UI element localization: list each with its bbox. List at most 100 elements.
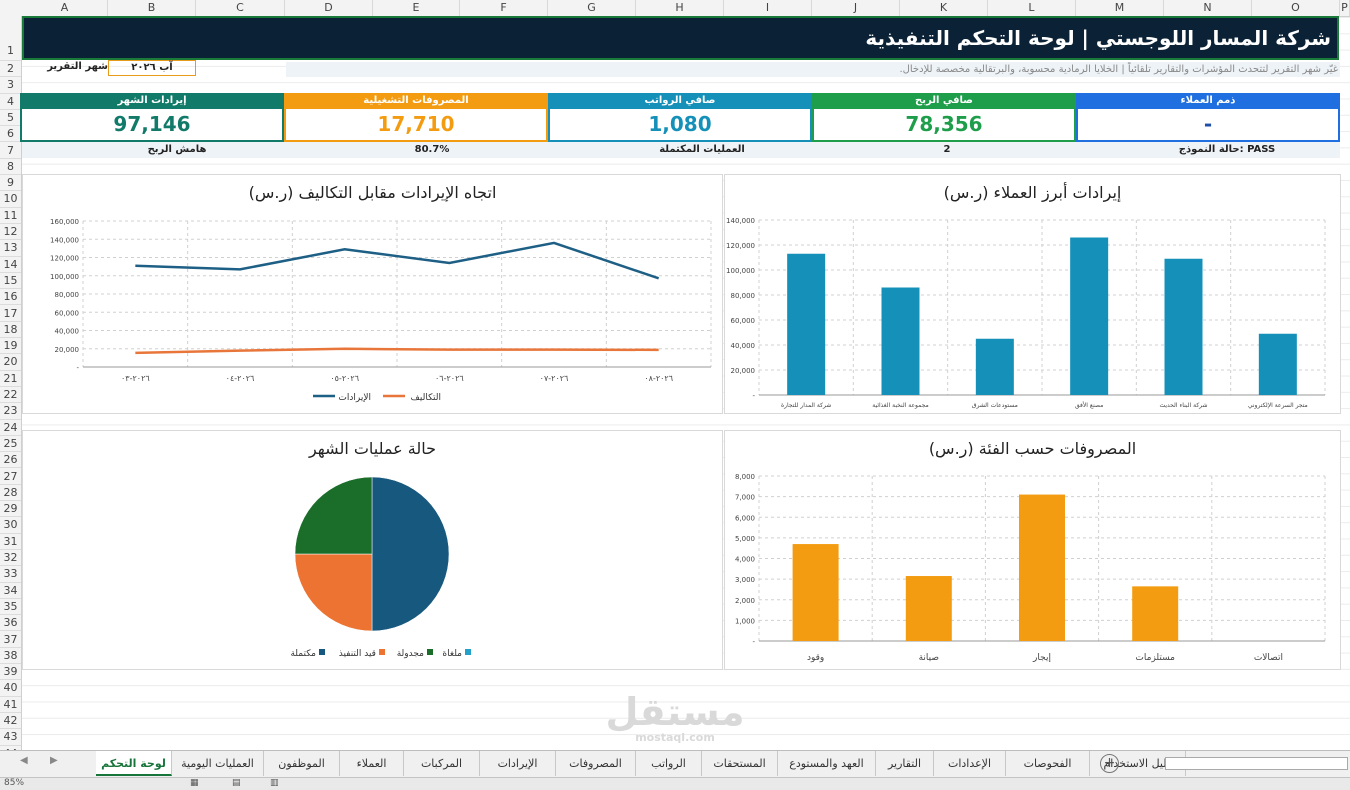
row-header-13[interactable]: 13 <box>0 240 21 257</box>
x-tick-label: شركة البناء الحديث <box>1159 402 1207 409</box>
row-header-34[interactable]: 34 <box>0 583 21 599</box>
pie-slice <box>294 476 373 555</box>
column-header-h[interactable]: H <box>636 0 724 16</box>
bar <box>1132 586 1179 641</box>
dashboard-title[interactable]: شركة المسار اللوجستي | لوحة التحكم التنف… <box>22 16 1339 60</box>
row-header-30[interactable]: 30 <box>0 517 21 534</box>
column-header-f[interactable]: F <box>460 0 548 16</box>
sheet-tab-5[interactable]: الإيرادات <box>480 751 556 776</box>
row-header-43[interactable]: 43 <box>0 729 21 746</box>
add-sheet-icon[interactable]: + <box>1100 754 1119 773</box>
row-header-33[interactable]: 33 <box>0 566 21 583</box>
row-header-4[interactable]: 4 <box>0 94 21 110</box>
row-header-28[interactable]: 28 <box>0 485 21 502</box>
column-header-l[interactable]: L <box>988 0 1076 16</box>
sheet-tab-4[interactable]: المركبات <box>404 751 480 776</box>
x-tick-label: مجموعة النخبة الغذائية <box>872 402 928 409</box>
row-header-15[interactable]: 15 <box>0 273 21 290</box>
row-header-5[interactable]: 5 <box>0 110 21 127</box>
row-header-9[interactable]: 9 <box>0 175 21 192</box>
column-header-m[interactable]: M <box>1076 0 1164 16</box>
normal-view-icon[interactable]: ▦ <box>190 778 199 788</box>
row-header-2[interactable]: 2 <box>0 61 21 78</box>
sheet-tab-9[interactable]: العهد والمستودع <box>778 751 876 776</box>
row-header-20[interactable]: 20 <box>0 354 21 371</box>
row-header-36[interactable]: 36 <box>0 615 21 632</box>
y-tick-label: 140,000 <box>726 217 755 225</box>
column-header-n[interactable]: N <box>1164 0 1252 16</box>
column-header-g[interactable]: G <box>548 0 636 16</box>
chart-panel-revenue-vs-cost[interactable]: اتجاه الإيرادات مقابل التكاليف (ر.س) -20… <box>22 174 723 414</box>
row-header-32[interactable]: 32 <box>0 550 21 567</box>
kpi-card-receivables[interactable]: ذمم العملاء - <box>1076 93 1340 142</box>
row-header-18[interactable]: 18 <box>0 322 21 339</box>
sheet-tab-2[interactable]: الموظفون <box>264 751 340 776</box>
row-header-24[interactable]: 24 <box>0 420 21 436</box>
row-header-27[interactable]: 27 <box>0 469 21 485</box>
row-header-29[interactable]: 29 <box>0 501 21 518</box>
row-header-11[interactable]: 11 <box>0 208 21 224</box>
row-header-6[interactable]: 6 <box>0 126 21 143</box>
tab-scroll-left-icon[interactable]: ◀ <box>20 755 28 766</box>
kpi-card-net-profit[interactable]: صافي الربح 78,356 <box>812 93 1076 142</box>
column-header-a[interactable]: A <box>22 0 108 16</box>
column-header-e[interactable]: E <box>373 0 460 16</box>
sheet-tab-1[interactable]: العمليات اليومية <box>172 751 264 776</box>
chart-panel-top-customers[interactable]: إيرادات أبرز العملاء (ر.س) -20,000 40,000… <box>724 174 1341 414</box>
tab-scroll-right-icon[interactable]: ▶ <box>50 755 58 766</box>
column-header-j[interactable]: J <box>812 0 900 16</box>
row-header-3[interactable]: 3 <box>0 77 21 94</box>
column-header-i[interactable]: I <box>724 0 812 16</box>
row-header-7[interactable]: 7 <box>0 143 21 159</box>
column-header-c[interactable]: C <box>196 0 285 16</box>
row-header-8[interactable]: 8 <box>0 159 21 176</box>
report-month-input[interactable]: آب ٢٠٢٦ <box>108 60 196 76</box>
kpi-card-revenue[interactable]: إيرادات الشهر 97,146 <box>20 93 284 142</box>
x-tick-label: صيانة <box>919 653 939 663</box>
sheet-tab-6[interactable]: المصروفات <box>556 751 636 776</box>
row-header-1[interactable]: 1 <box>0 16 21 61</box>
row-header-16[interactable]: 16 <box>0 289 21 306</box>
column-header-k[interactable]: K <box>900 0 988 16</box>
row-header-25[interactable]: 25 <box>0 436 21 453</box>
row-header-38[interactable]: 38 <box>0 648 21 665</box>
y-tick-label: 120,000 <box>726 242 755 250</box>
zoom-level[interactable]: 85% <box>4 778 24 788</box>
kpi-card-expenses[interactable]: المصروفات التشغيلية 17,710 <box>284 93 548 142</box>
row-header-40[interactable]: 40 <box>0 680 21 697</box>
y-tick-label: 20,000 <box>55 346 80 354</box>
sheet-tab-11[interactable]: الإعدادات <box>934 751 1006 776</box>
page-break-icon[interactable]: ▥ <box>270 778 279 788</box>
chart-panel-expenses-by-category[interactable]: المصروفات حسب الفئة (ر.س) -1,000 2,000 3,0… <box>724 430 1341 670</box>
sheet-tab-10[interactable]: التقارير <box>876 751 934 776</box>
row-header-39[interactable]: 39 <box>0 664 21 681</box>
row-header-23[interactable]: 23 <box>0 403 21 420</box>
row-header-14[interactable]: 14 <box>0 257 21 273</box>
row-header-19[interactable]: 19 <box>0 338 21 355</box>
sheet-tab-7[interactable]: الرواتب <box>636 751 702 776</box>
horizontal-scrollbar[interactable] <box>1165 757 1348 770</box>
column-header-p[interactable]: P <box>1340 0 1350 16</box>
row-header-26[interactable]: 26 <box>0 452 21 469</box>
column-header-d[interactable]: D <box>285 0 373 16</box>
row-header-21[interactable]: 21 <box>0 371 21 387</box>
kpi-card-payroll[interactable]: صافي الرواتب 1,080 <box>548 93 812 142</box>
row-header-35[interactable]: 35 <box>0 599 21 616</box>
row-header-12[interactable]: 12 <box>0 224 21 241</box>
column-header-o[interactable]: O <box>1252 0 1340 16</box>
line-chart-svg: - 20,000 40,000 60,000 80,000 100,000 120,000 1… <box>50 218 712 403</box>
sheet-tab-3[interactable]: العملاء <box>340 751 404 776</box>
row-header-41[interactable]: 41 <box>0 697 21 713</box>
sheet-tab-8[interactable]: المستحقات <box>702 751 778 776</box>
row-header-22[interactable]: 22 <box>0 387 21 404</box>
row-header-17[interactable]: 17 <box>0 306 21 322</box>
row-header-31[interactable]: 31 <box>0 534 21 550</box>
row-header-42[interactable]: 42 <box>0 713 21 730</box>
column-header-b[interactable]: B <box>108 0 196 16</box>
chart-panel-operations-status[interactable]: حالة عمليات الشهر مكتملة قيد التنفيذ مجدول… <box>22 430 723 670</box>
sheet-tab-12[interactable]: الفحوصات <box>1006 751 1090 776</box>
page-layout-icon[interactable]: ▤ <box>232 778 241 788</box>
sheet-tab-0[interactable]: لوحة التحكم <box>96 751 172 776</box>
row-header-37[interactable]: 37 <box>0 632 21 648</box>
row-header-10[interactable]: 10 <box>0 191 21 208</box>
